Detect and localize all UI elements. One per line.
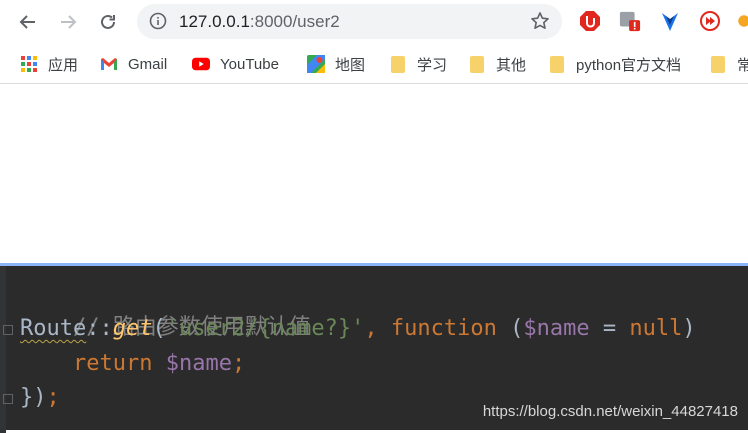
bookmark-label: Gmail [128, 55, 168, 73]
bookmark-label: 应用 [48, 56, 79, 74]
code-semicolon: ; [231, 351, 246, 376]
page-content [0, 85, 748, 263]
address-bar[interactable]: 127.0.0.1:8000/user2 [137, 4, 562, 39]
url-path: :8000/user2 [249, 12, 340, 31]
bookmark-label: 学习 [417, 56, 448, 74]
code-brace: }) [20, 385, 47, 410]
bookmark-label: 常 [737, 56, 748, 74]
bookmark-label: 地图 [335, 56, 366, 74]
fold-marker-icon[interactable] [3, 325, 13, 335]
code-string: 'user2/{name?}' [165, 316, 365, 341]
reload-icon [101, 14, 115, 29]
code-class-name: Route [20, 316, 87, 341]
code-line-2: Route::get('user2/{name?}', function ($n… [20, 312, 696, 346]
maps-icon [307, 55, 325, 73]
media-extension-icon[interactable] [699, 9, 721, 33]
site-info-icon[interactable] [149, 12, 167, 35]
folder-icon [389, 55, 407, 73]
code-comma: , [364, 316, 391, 341]
bookmark-folder-study[interactable]: 学习 [389, 52, 447, 76]
code-semicolon: ; [46, 385, 60, 410]
folder-icon [468, 55, 486, 73]
bookmark-label: YouTube [220, 55, 279, 73]
extension-icon-cut[interactable] [737, 9, 748, 33]
code-paren: ( [152, 316, 166, 341]
url-text: 127.0.0.1:8000/user2 [179, 12, 340, 32]
code-operator: = [589, 316, 630, 341]
bookmark-label: 其他 [496, 56, 527, 74]
watermark-text: https://blog.csdn.net/weixin_44827418 [482, 403, 738, 420]
bookmark-star-icon[interactable] [530, 11, 550, 36]
bookmarks-bar: 应用 Gmail YouTube 地图 学习 其他 python官方文档 常 [0, 44, 748, 84]
code-keyword-return: return [72, 351, 153, 376]
fold-marker-icon[interactable] [3, 394, 13, 404]
forward-button[interactable] [54, 8, 82, 36]
back-arrow-icon [19, 15, 35, 29]
code-editor[interactable]: // 路由参数使用默认值 Route::get('user2/{name?}',… [0, 263, 748, 433]
code-variable: $name [165, 351, 232, 376]
folder-icon [548, 55, 566, 73]
code-line-3: return $name; [20, 347, 245, 381]
bookmark-label: python官方文档 [576, 56, 682, 74]
alert-extension-icon[interactable] [619, 9, 641, 33]
code-line-1: // 路由参数使用默认值 [20, 277, 311, 340]
code-method: get [112, 316, 153, 341]
bookmark-gmail[interactable]: Gmail [100, 52, 167, 76]
gmail-icon [100, 55, 118, 73]
forward-arrow-icon [61, 15, 77, 29]
vpn-extension-icon[interactable] [659, 9, 681, 33]
bookmark-apps[interactable]: 应用 [20, 52, 78, 76]
bookmark-maps[interactable]: 地图 [307, 52, 365, 76]
back-button[interactable] [14, 8, 42, 36]
code-paren: ( [496, 316, 524, 341]
reload-button[interactable] [94, 8, 122, 36]
code-keyword-function: function [390, 316, 497, 341]
code-operator: :: [86, 316, 113, 341]
code-keyword-null: null [629, 316, 683, 341]
adblock-extension-icon[interactable] [579, 9, 601, 33]
apps-grid-icon [20, 55, 38, 73]
browser-toolbar: 127.0.0.1:8000/user2 [0, 0, 748, 44]
bookmark-folder-python[interactable]: python官方文档 [548, 52, 681, 76]
youtube-icon [192, 55, 210, 73]
editor-gutter [0, 266, 6, 433]
folder-icon [709, 55, 727, 73]
url-host: 127.0.0.1 [179, 12, 250, 31]
code-paren: ) [682, 316, 696, 341]
bookmark-youtube[interactable]: YouTube [192, 52, 279, 76]
code-line-4: }); [20, 381, 60, 415]
bookmark-folder-cut[interactable]: 常 [709, 52, 748, 76]
code-variable: $name [523, 316, 590, 341]
bookmark-folder-other[interactable]: 其他 [468, 52, 526, 76]
